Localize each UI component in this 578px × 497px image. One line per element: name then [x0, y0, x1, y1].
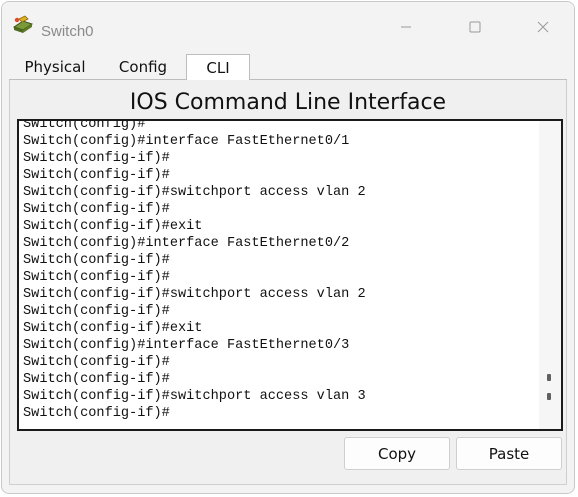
terminal-line: Switch(config-if)# — [23, 202, 170, 217]
terminal-line: Switch(config-if)#exit — [23, 321, 203, 336]
switch0-window: Switch0 Physical Config CLI IOS Command … — [1, 1, 575, 494]
minimize-icon — [401, 26, 411, 28]
terminal-line: Switch(config)#interface FastEthernet0/3 — [23, 338, 350, 353]
terminal-line: Switch(config-if)# — [23, 355, 170, 370]
terminal-line: Switch(config-if)# — [23, 406, 170, 421]
copy-button[interactable]: Copy — [344, 437, 450, 470]
maximize-button[interactable] — [453, 12, 497, 42]
terminal-line: Switch(config)#interface FastEthernet0/2 — [23, 236, 350, 251]
terminal-line: Switch(config-if)# — [23, 151, 170, 166]
cli-terminal[interactable]: Switch(config)# Switch(config)#interface … — [17, 119, 563, 431]
terminal-line: Switch(config-if)#switchport access vlan… — [23, 287, 366, 302]
close-button[interactable] — [521, 12, 565, 42]
terminal-scrollbar[interactable] — [539, 121, 561, 429]
window-title: Switch0 — [41, 23, 94, 40]
scroll-thumb-marker — [547, 393, 551, 400]
terminal-line: Switch(config-if)#switchport access vlan… — [23, 389, 366, 404]
tab-bar: Physical Config CLI — [9, 54, 567, 80]
paste-button[interactable]: Paste — [456, 437, 562, 470]
tab-config[interactable]: Config — [104, 54, 182, 79]
title-bar[interactable]: Switch0 — [2, 2, 574, 50]
terminal-line: Switch(config-if)# — [23, 304, 170, 319]
terminal-line: Switch(config)# — [23, 119, 146, 132]
terminal-line: Switch(config-if)#exit — [23, 219, 203, 234]
terminal-line: Switch(config-if)# — [23, 253, 170, 268]
terminal-line: Switch(config)#interface FastEthernet0/1 — [23, 134, 350, 149]
cli-panel: IOS Command Line Interface Switch(config… — [9, 80, 567, 485]
terminal-line: Switch(config-if)# — [23, 270, 170, 285]
close-icon — [537, 21, 549, 33]
maximize-icon — [469, 21, 481, 33]
terminal-line: Switch(config-if)# — [23, 168, 170, 183]
terminal-output: Switch(config)# Switch(config)#interface … — [23, 119, 535, 422]
scroll-thumb-marker — [547, 374, 551, 381]
minimize-button[interactable] — [384, 12, 428, 42]
packet-tracer-switch-icon — [11, 15, 35, 35]
cli-heading: IOS Command Line Interface — [129, 90, 447, 115]
terminal-line: Switch(config-if)# — [23, 372, 170, 387]
terminal-line: Switch(config-if)#switchport access vlan… — [23, 185, 366, 200]
tab-cli[interactable]: CLI — [186, 54, 250, 80]
tab-physical[interactable]: Physical — [12, 54, 98, 79]
